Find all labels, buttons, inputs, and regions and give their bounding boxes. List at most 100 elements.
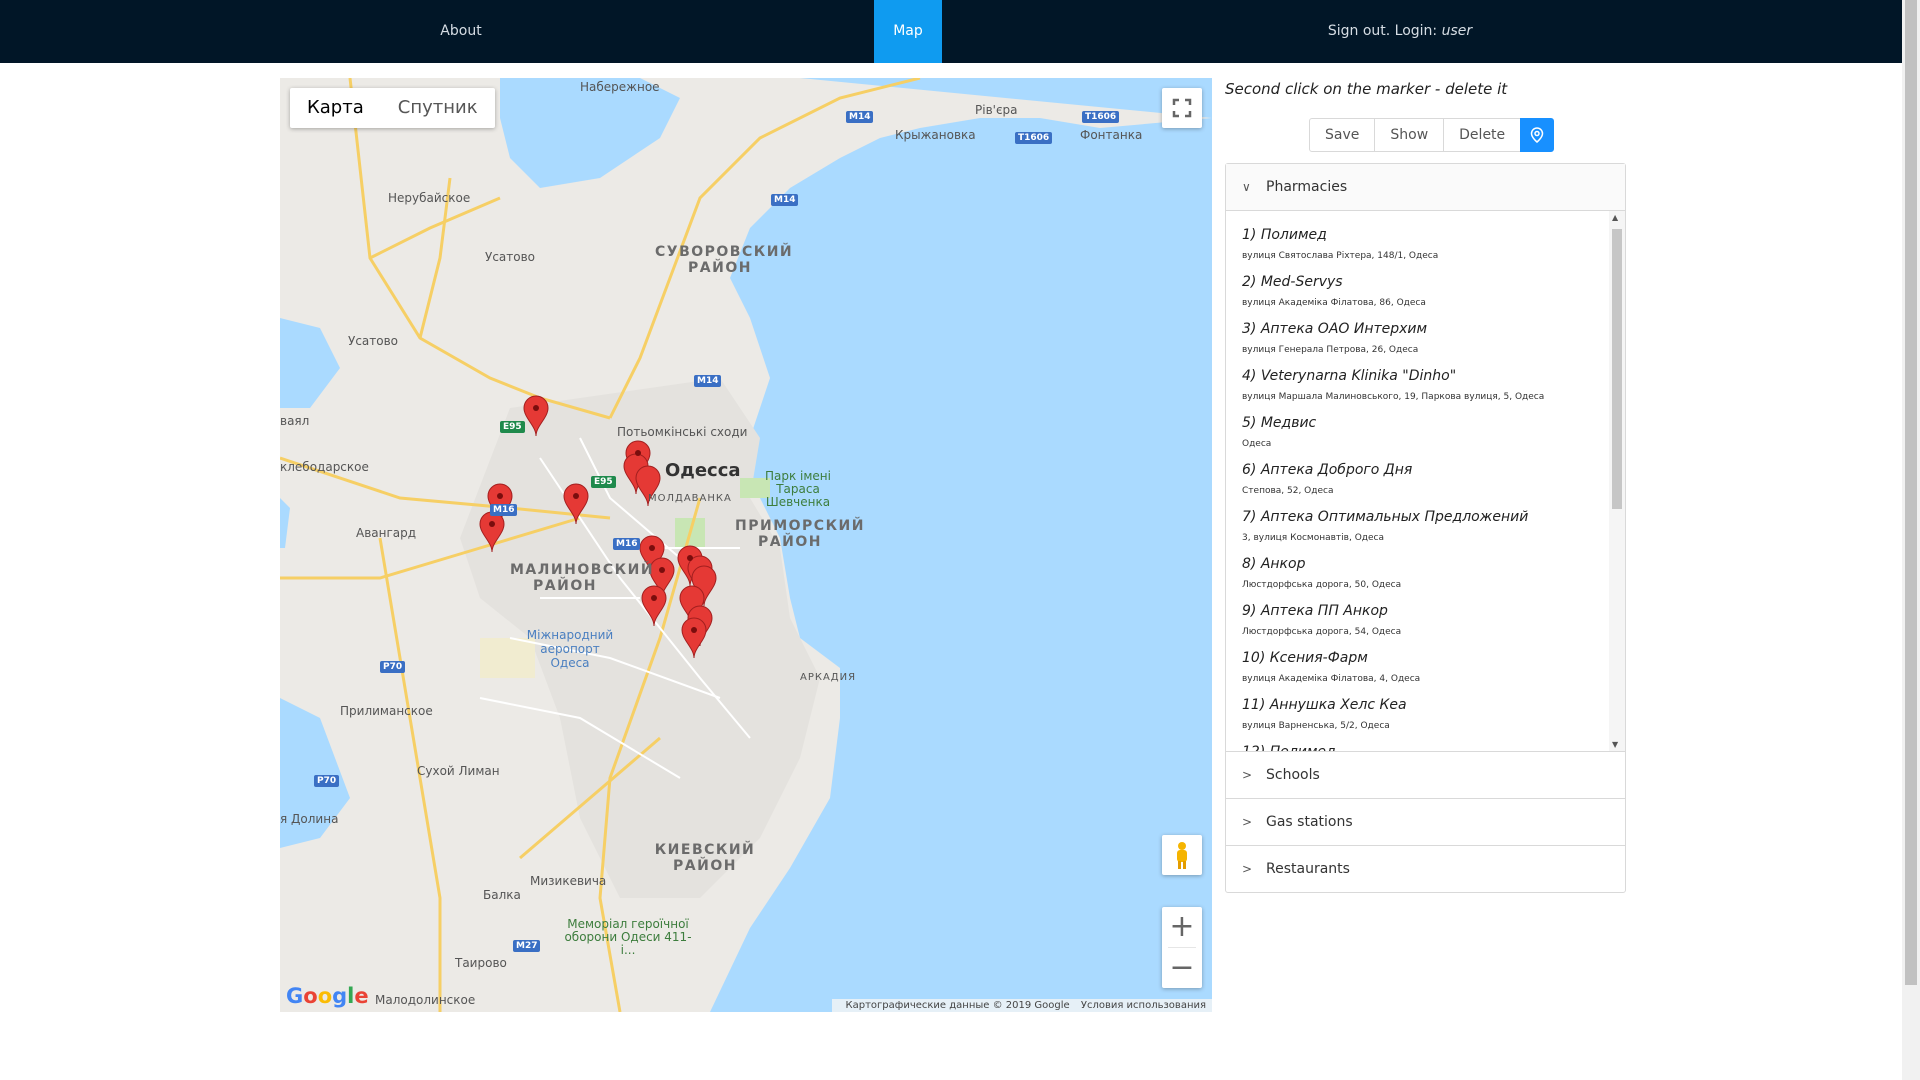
page-scrollbar-thumb[interactable] [1905,0,1917,985]
delete-button[interactable]: Delete [1443,118,1522,152]
list-item[interactable]: 12) Полимед [1242,740,1603,751]
list-item[interactable]: 5) Медвис Одеса [1242,411,1603,458]
page-scrollbar[interactable] [1902,0,1920,1080]
item-title: 1) Полимед [1242,227,1327,243]
map-type-satellite[interactable]: Спутник [381,88,495,128]
map-label: Прилиманское [340,704,433,718]
map-label: Таирово [455,956,507,970]
item-title: 4) Veterynarna Klinika "Dinho" [1242,368,1457,384]
list-item[interactable]: 2) Med-Servys вулиця Академіка Філатова, … [1242,270,1603,317]
item-address: вулиця Академіка Філатова, 4, Одеса [1242,674,1421,684]
item-title: 8) Анкор [1242,556,1306,572]
map-label: МОЛДАВАНКА [648,493,732,504]
action-buttons: Save Show Delete [1309,118,1555,152]
map-label: Усатово [348,334,399,348]
item-title: 3) Аптека ОАО Интерхим [1242,321,1428,337]
road-shield: T1606 [1082,111,1120,123]
item-title: 6) Аптека Доброго Дня [1242,462,1413,478]
map-label: Малодолинское [375,993,476,1007]
terms-link[interactable]: Условия использования [1081,1000,1206,1011]
map-type-map[interactable]: Карта [290,88,381,128]
list-scrollbar[interactable]: ▲ ▼ [1609,211,1625,751]
item-address: Люстдорфська дорога, 50, Одеса [1242,580,1402,590]
location-pin-button[interactable] [1520,118,1555,152]
map-label: Фонтанка [1080,128,1143,142]
section-label: Schools [1266,767,1320,783]
map-label: клебодарское [280,460,369,474]
list-item[interactable]: 4) Veterynarna Klinika "Dinho" вулиця Мар… [1242,364,1603,411]
section-gas-stations-header[interactable]: > Gas stations [1226,799,1625,846]
road-shield: P70 [314,775,340,787]
show-button[interactable]: Show [1374,118,1445,152]
road-shield: M27 [513,940,541,952]
signout-label: Sign out. Login: [1327,23,1438,39]
fullscreen-button[interactable] [1162,88,1202,128]
map-label: Усатово [485,250,536,264]
save-button[interactable]: Save [1309,118,1376,152]
item-title: 7) Аптека Оптимальных Предложений [1242,509,1529,525]
map-label: Нерубайское [388,191,471,205]
list-item[interactable]: 8) Анкор Люстдорфська дорога, 50, Одеса [1242,552,1603,599]
nav-signout[interactable]: Sign out. Login: user [1250,0,1550,63]
road-shield: E95 [500,421,525,433]
map-label: Рів'єра [975,103,1018,117]
list-item[interactable]: 7) Аптека Оптимальных Предложений 3, вули… [1242,505,1603,552]
control-panel: Second click on the marker - delete it S… [1225,78,1625,152]
item-address: вулиця Варненська, 5/2, Одеса [1242,721,1390,731]
street-view-button[interactable] [1162,835,1202,875]
zoom-in-button[interactable]: + [1162,907,1202,947]
district-label: ПРИМОРСКИЙ РАЙОН [735,518,865,550]
road-shield: M16 [613,538,641,550]
chevron-right-icon: > [1242,815,1253,829]
section-restaurants-header[interactable]: > Restaurants [1226,846,1625,892]
zoom-control: + − [1162,907,1202,988]
list-scrollbar-thumb[interactable] [1612,229,1622,509]
item-address: вулиця Маршала Малиновського, 19, Парков… [1242,392,1545,402]
nav-about[interactable]: About [380,0,542,63]
city-label: Одесса [665,460,741,481]
item-address: вулиця Святослава Ріхтера, 148/1, Одеса [1242,251,1439,261]
location-pin-icon [1530,127,1544,143]
road-shield: M14 [694,375,722,387]
district-label: КИЕВСКИЙ РАЙОН [654,842,756,874]
google-map[interactable]: Набережное Рів'єра Крыжановка Фонтанка Н… [280,78,1212,1012]
map-label: Крыжановка [895,128,976,142]
hint-text: Second click on the marker - delete it [1225,80,1508,98]
list-item[interactable]: 1) Полимед вулиця Святослава Ріхтера, 148… [1242,223,1603,270]
item-address: вулиця Генерала Петрова, 26, Одеса [1242,345,1419,355]
airport-label: Міжнародний аеропорт Одеса [526,628,614,670]
pharmacies-list-panel: 1) Полимед вулиця Святослава Ріхтера, 148… [1226,211,1625,752]
section-schools-header[interactable]: > Schools [1226,752,1625,799]
chevron-down-icon: ∨ [1242,180,1251,194]
section-pharmacies-header[interactable]: ∨ Pharmacies [1226,164,1625,211]
item-title: 2) Med-Servys [1242,274,1343,290]
top-navbar: About Map Sign out. Login: user [0,0,1902,63]
scroll-up-icon[interactable]: ▲ [1612,213,1618,222]
pharmacies-list: 1) Полимед вулиця Святослава Ріхтера, 148… [1242,223,1603,751]
map-label: Меморіал героїчної оборони Одеси 411-і..… [564,917,692,957]
list-item[interactable]: 10) Ксения-Фарм вулиця Академіка Філатова… [1242,646,1603,693]
section-label: Restaurants [1266,861,1350,877]
login-user: user [1441,23,1473,39]
nav-map[interactable]: Map [874,0,942,63]
list-item[interactable]: 3) Аптека ОАО Интерхим вулиця Генерала Пе… [1242,317,1603,364]
pegman-icon [1177,842,1187,869]
google-logo: Google [286,984,369,1008]
road-shield: M14 [846,111,874,123]
item-address: вулиця Академіка Філатова, 86, Одеса [1242,298,1426,308]
category-collapse: ∨ Pharmacies 1) Полимед вулиця Святослава… [1225,163,1626,893]
list-item[interactable]: 11) Аннушка Хелс Кеа вулиця Варненська, 5… [1242,693,1603,740]
map-label: Набережное [580,80,660,94]
map-label: я Долина [280,812,339,826]
map-label: Мизикевича [530,874,607,888]
item-title: 10) Ксения-Фарм [1242,650,1368,666]
list-item[interactable]: 9) Аптека ПП Анкор Люстдорфська дорога, 5… [1242,599,1603,646]
attribution-text: Картографические данные © 2019 Google [845,1000,1070,1011]
scroll-down-icon[interactable]: ▼ [1612,740,1618,749]
item-title: 9) Аптека ПП Анкор [1242,603,1388,619]
map-label: Балка [483,888,521,902]
list-item[interactable]: 6) Аптека Доброго Дня Степова, 52, Одеса [1242,458,1603,505]
zoom-out-button[interactable]: − [1162,948,1202,988]
item-address: Люстдорфська дорога, 54, Одеса [1242,627,1402,637]
road-shield: T1606 [1015,132,1053,144]
